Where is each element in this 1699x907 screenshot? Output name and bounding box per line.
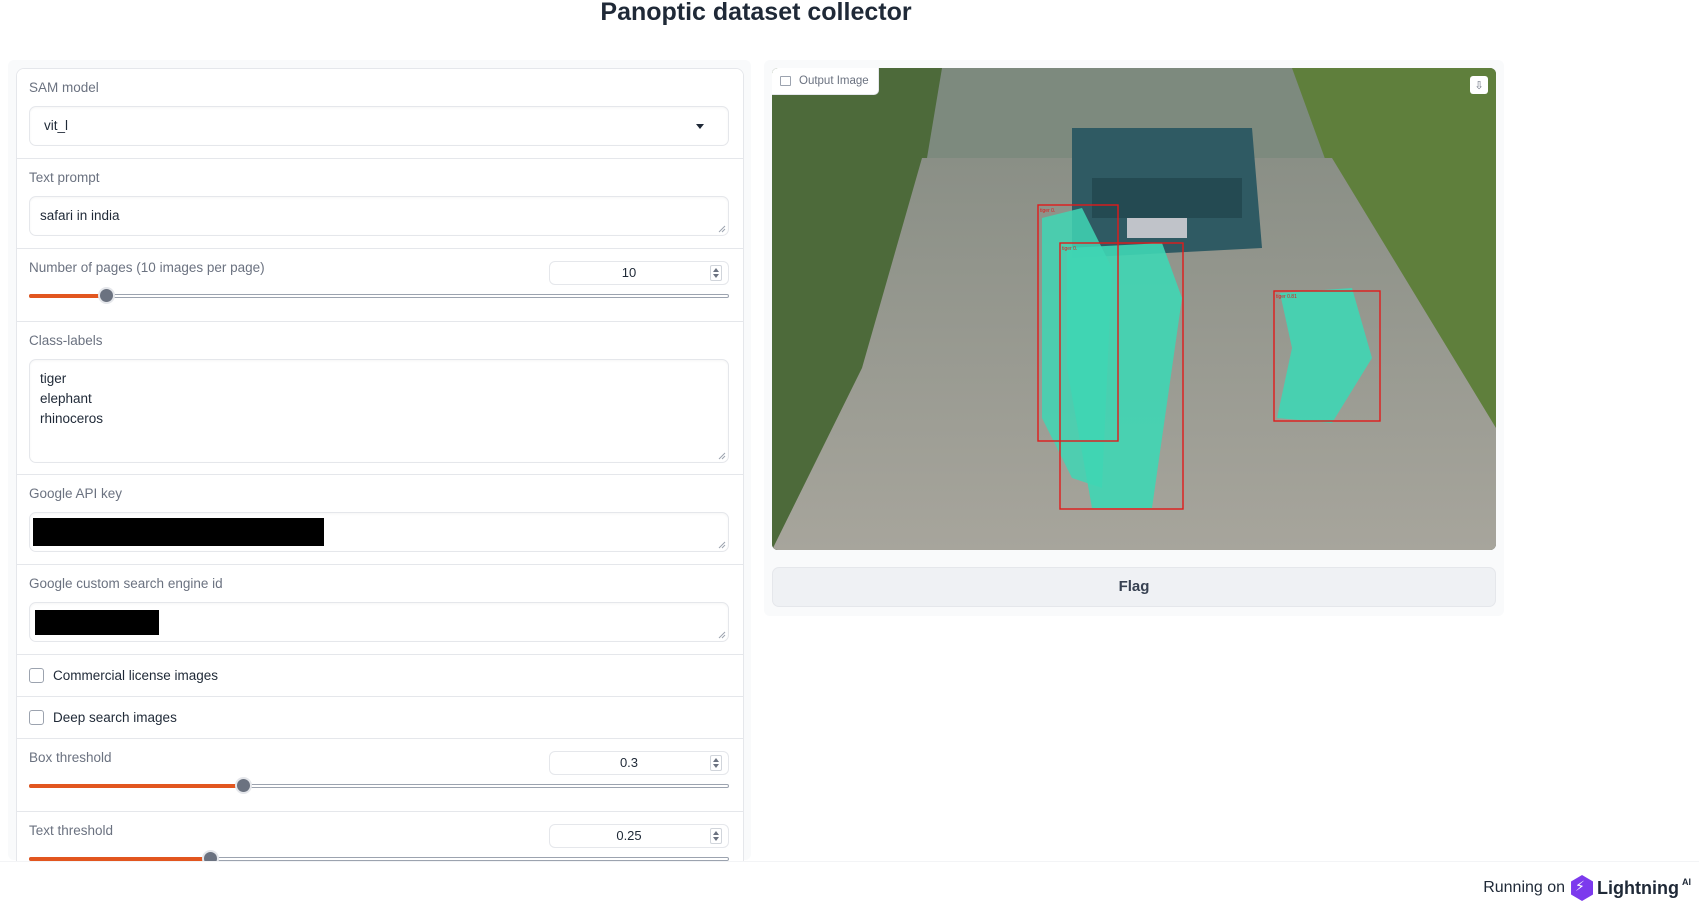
input-panel: SAM model vit_l Text prompt safari in in… [8, 60, 751, 862]
footer-suffix: AI [1682, 877, 1691, 887]
text-threshold-value: 0.25 [616, 828, 642, 843]
text-threshold-label: Text threshold [29, 823, 114, 838]
api-key-block: Google API key [17, 475, 743, 565]
class-labels-label: Class-labels [29, 333, 103, 348]
detection-label: tiger 0.81 [1276, 294, 1297, 300]
api-key-input[interactable] [29, 512, 729, 552]
output-image-tag: Output Image [772, 68, 879, 95]
commercial-license-label[interactable]: Commercial license images [53, 668, 218, 683]
download-icon[interactable]: ⇩ [1470, 76, 1488, 94]
slider-fill [29, 294, 106, 298]
class-labels-block: Class-labels tiger elephant rhinoceros [17, 322, 743, 475]
box-threshold-slider[interactable] [29, 777, 729, 794]
slider-thumb[interactable] [98, 287, 115, 304]
spinner-icon[interactable] [710, 265, 722, 281]
flag-button[interactable]: Flag [772, 567, 1496, 607]
num-pages-block: Number of pages (10 images per page) 10 [17, 249, 743, 322]
text-threshold-block: Text threshold 0.25 [17, 812, 743, 861]
num-pages-number-input[interactable]: 10 [549, 261, 729, 285]
num-pages-value: 10 [621, 265, 637, 280]
sam-model-block: SAM model vit_l [17, 69, 743, 159]
sam-model-dropdown[interactable]: vit_l [29, 106, 729, 146]
footer: Running on Lightning AI [1483, 875, 1691, 901]
footer-divider [0, 861, 1699, 862]
slider-fill [29, 784, 244, 788]
deep-search-label[interactable]: Deep search images [53, 710, 177, 725]
num-pages-slider[interactable] [29, 287, 729, 304]
footer-brand[interactable]: Lightning [1597, 878, 1679, 899]
detection-label: tiger 0. [1040, 208, 1055, 214]
redacted-value [35, 610, 159, 635]
resize-grip-icon[interactable] [718, 452, 726, 460]
search-engine-block: Google custom search engine id [17, 565, 743, 655]
class-label-line: elephant [40, 391, 92, 406]
output-image-label: Output Image [799, 75, 869, 87]
output-panel: tiger 0. tiger 0. tiger 0.81 Output Imag… [764, 60, 1504, 616]
spinner-icon[interactable] [710, 828, 722, 844]
redacted-value [33, 518, 324, 546]
footer-prefix: Running on [1483, 879, 1566, 896]
text-prompt-block: Text prompt safari in india [17, 159, 743, 249]
search-engine-label: Google custom search engine id [29, 576, 223, 591]
input-form: SAM model vit_l Text prompt safari in in… [16, 68, 744, 862]
commercial-license-checkbox[interactable] [29, 668, 44, 683]
resize-grip-icon[interactable] [718, 541, 726, 549]
deep-search-checkbox[interactable] [29, 710, 44, 725]
commercial-license-block: Commercial license images [17, 655, 743, 697]
class-label-line: tiger [40, 371, 67, 386]
class-labels-textarea[interactable]: tiger elephant rhinoceros [29, 359, 729, 463]
text-threshold-number-input[interactable]: 0.25 [549, 824, 729, 848]
sam-model-value: vit_l [44, 118, 69, 133]
resize-grip-icon[interactable] [718, 225, 726, 233]
box-threshold-block: Box threshold 0.3 [17, 739, 743, 812]
output-image-canvas: tiger 0. tiger 0. tiger 0.81 [772, 68, 1496, 550]
output-image: tiger 0. tiger 0. tiger 0.81 Output Imag… [772, 68, 1496, 550]
image-icon [780, 76, 791, 86]
detection-label: tiger 0. [1062, 246, 1077, 252]
num-pages-label: Number of pages (10 images per page) [29, 260, 265, 275]
chevron-down-icon [696, 124, 704, 129]
text-prompt-input[interactable]: safari in india [29, 196, 729, 236]
text-prompt-label: Text prompt [29, 170, 100, 185]
search-engine-input[interactable] [29, 602, 729, 642]
api-key-label: Google API key [29, 486, 123, 501]
text-prompt-value: safari in india [40, 208, 120, 223]
resize-grip-icon[interactable] [718, 631, 726, 639]
deep-search-block: Deep search images [17, 697, 743, 739]
box-threshold-number-input[interactable]: 0.3 [549, 751, 729, 775]
slider-track [29, 294, 729, 298]
spinner-icon[interactable] [710, 755, 722, 771]
lightning-logo-icon [1571, 875, 1594, 901]
box-threshold-label: Box threshold [29, 750, 112, 765]
slider-thumb[interactable] [235, 777, 253, 794]
sam-model-label: SAM model [29, 80, 99, 95]
page-title: Panoptic dataset collector [600, 0, 912, 26]
box-threshold-value: 0.3 [619, 755, 639, 770]
class-label-line: rhinoceros [40, 411, 104, 426]
